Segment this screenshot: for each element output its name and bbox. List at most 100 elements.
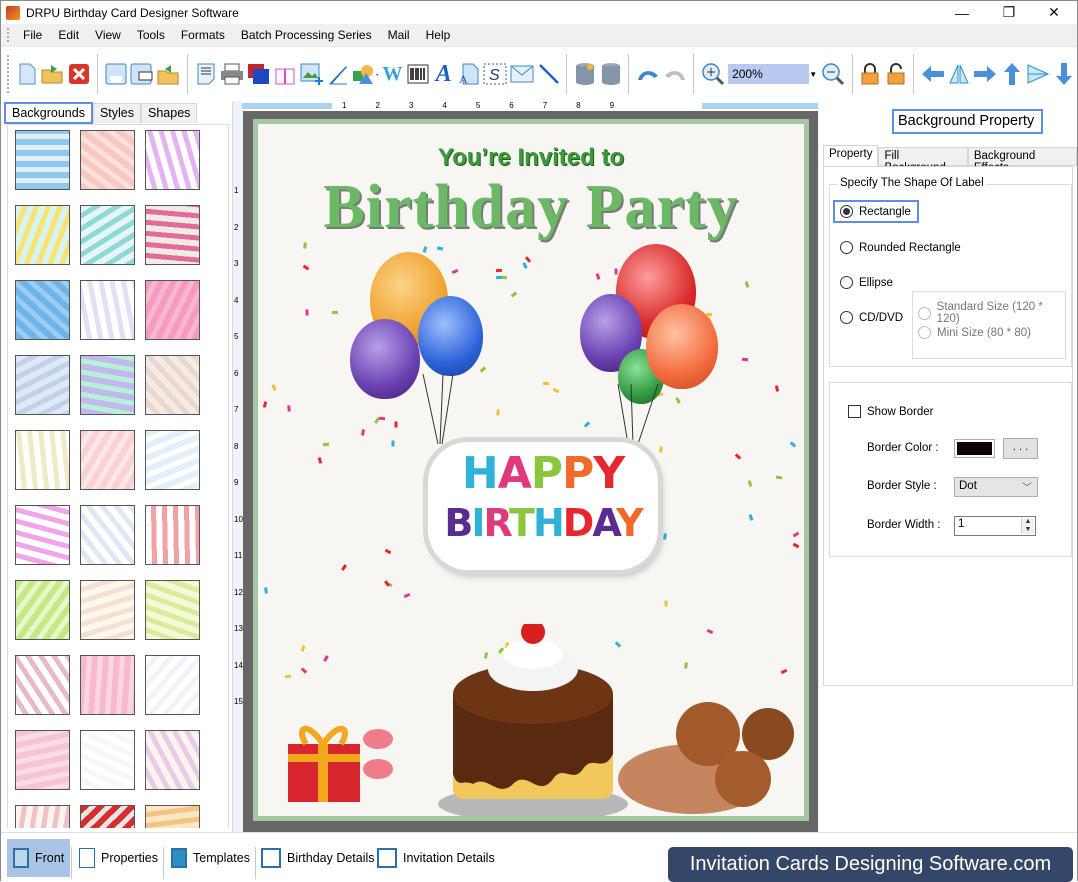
background-thumbnail-confetti[interactable] (80, 730, 135, 790)
flip-icon[interactable] (948, 61, 971, 87)
image-icon[interactable] (300, 61, 324, 87)
radio-rectangle[interactable]: Rectangle (833, 200, 919, 223)
tab-shapes[interactable]: Shapes (141, 103, 198, 123)
radio-button[interactable] (840, 241, 853, 254)
lock-icon[interactable] (859, 61, 882, 87)
menu-tools[interactable]: Tools (129, 28, 173, 42)
background-thumbnail-green-stripes[interactable] (15, 580, 70, 640)
happy-birthday-sign[interactable]: HAPPY BIRTHDAY (428, 442, 658, 570)
align-middle-icon[interactable] (1026, 61, 1050, 87)
border-width-value[interactable]: 1 (958, 518, 964, 530)
background-thumbnail-clouds[interactable] (15, 130, 70, 190)
background-thumbnail-stars[interactable] (15, 280, 70, 340)
checkbox[interactable] (848, 405, 861, 418)
database-icon[interactable] (599, 61, 622, 87)
align-bottom-icon[interactable] (1053, 61, 1076, 87)
radio-cd-dvd[interactable]: CD/DVD (840, 311, 903, 324)
border-style-select[interactable]: Dot ﹀ (954, 477, 1038, 497)
zoom-dropdown-arrow[interactable]: ▼ (809, 70, 818, 79)
close-icon[interactable] (68, 61, 91, 87)
background-thumbnail-dots-garden[interactable] (145, 580, 200, 640)
background-thumbnail-cupcakes[interactable] (15, 805, 70, 828)
background-thumbnail-bird-balloons[interactable] (145, 205, 200, 265)
save-icon[interactable] (104, 61, 127, 87)
tab-background-effects[interactable]: Background Effects (967, 147, 1077, 174)
bottom-tab-invitation-details[interactable]: Invitation Details (377, 839, 495, 877)
open-icon[interactable] (41, 61, 65, 87)
menu-formats[interactable]: Formats (173, 28, 233, 42)
bottom-tab-templates[interactable]: Templates (171, 839, 250, 877)
unlock-icon[interactable] (884, 61, 907, 87)
background-thumbnail-pink-cakes[interactable] (145, 280, 200, 340)
radio-button[interactable] (840, 311, 853, 324)
bottom-tab-front[interactable]: Front (7, 839, 71, 877)
background-thumbnail-purple-flowers[interactable] (145, 730, 200, 790)
undo-icon[interactable] (636, 61, 660, 87)
align-left-icon[interactable] (921, 61, 945, 87)
border-width-spinner[interactable]: 1 ▲ ▼ (954, 516, 1036, 536)
background-thumbnail-flowers[interactable] (15, 205, 70, 265)
radio-rounded-rectangle[interactable]: Rounded Rectangle (840, 241, 961, 254)
menu-view[interactable]: View (87, 28, 129, 42)
background-thumbnail-beige-floral[interactable] (145, 355, 200, 415)
spinner-arrows-icon[interactable]: ▲ ▼ (1021, 518, 1034, 534)
menu-mail[interactable]: Mail (380, 28, 418, 42)
background-thumbnail-roses[interactable] (15, 655, 70, 715)
export-icon[interactable] (157, 61, 181, 87)
background-thumbnail-pink-stripes[interactable] (80, 430, 135, 490)
menu-edit[interactable]: Edit (50, 28, 87, 42)
background-thumbnail-colorful-balloons[interactable] (145, 430, 200, 490)
gift-icon[interactable] (274, 61, 297, 87)
zoom-in-icon[interactable] (701, 61, 725, 87)
align-right-icon[interactable] (973, 61, 997, 87)
close-window-button[interactable]: ✕ (1031, 1, 1077, 24)
database-add-icon[interactable] (574, 61, 597, 87)
bottom-tab-properties[interactable]: Properties (79, 839, 158, 877)
shapes-icon[interactable] (352, 61, 379, 87)
tab-fill-background[interactable]: Fill Background (878, 147, 968, 174)
background-thumbnail-butterflies[interactable] (145, 130, 200, 190)
background-thumbnail-pink-texture[interactable] (15, 730, 70, 790)
background-thumbnail-pink-hearts[interactable] (80, 130, 135, 190)
wordart-icon[interactable]: A (458, 61, 481, 87)
background-thumbnail-balloons-light[interactable] (80, 280, 135, 340)
background-thumbnail-cartoon[interactable] (80, 205, 135, 265)
background-thumbnail-red-hearts[interactable] (145, 505, 200, 565)
pen-icon[interactable] (327, 61, 350, 87)
redo-icon[interactable] (663, 61, 687, 87)
zoom-out-icon[interactable] (821, 61, 845, 87)
menu-help[interactable]: Help (418, 28, 459, 42)
tab-backgrounds[interactable]: Backgrounds (4, 102, 93, 124)
menu-batch-processing-series[interactable]: Batch Processing Series (233, 28, 380, 42)
background-thumbnail-balloon-bunches[interactable] (80, 505, 135, 565)
background-thumbnail-bubbles[interactable] (15, 355, 70, 415)
minimize-button[interactable]: — (939, 1, 985, 24)
birthday-card[interactable]: You’re Invited to Birthday Party HAPPY B… (253, 119, 809, 821)
copy-design-icon[interactable] (247, 61, 271, 87)
background-thumbnail-cake-pattern[interactable] (80, 580, 135, 640)
radio-ellipse[interactable]: Ellipse (840, 276, 893, 289)
background-thumbnail-gifts[interactable] (145, 655, 200, 715)
print-icon[interactable] (220, 61, 244, 87)
tab-property[interactable]: Property (823, 145, 879, 166)
menu-file[interactable]: File (15, 28, 50, 42)
card-line-invited[interactable]: You’re Invited to (258, 144, 804, 172)
zoom-combo[interactable]: 200% (728, 64, 809, 84)
radio-button[interactable] (840, 276, 853, 289)
barcode-icon[interactable] (407, 61, 430, 87)
tab-styles[interactable]: Styles (92, 103, 142, 123)
browse-color-button[interactable]: . . . (1003, 438, 1038, 459)
properties-icon[interactable] (195, 61, 218, 87)
background-thumbnail-heart-outlines[interactable] (15, 505, 70, 565)
maximize-button[interactable]: ❐ (986, 1, 1032, 24)
align-top-icon[interactable] (1000, 61, 1023, 87)
background-thumbnail-pink-lace[interactable] (80, 655, 135, 715)
line-icon[interactable] (537, 61, 560, 87)
radio-button-checked[interactable] (840, 205, 853, 218)
background-thumbnail-happy-birthday-text[interactable] (15, 430, 70, 490)
border-color-swatch[interactable] (954, 439, 995, 458)
card-line-birthday-party[interactable]: Birthday Party (258, 172, 804, 243)
signature-icon[interactable]: S (483, 61, 507, 87)
design-canvas[interactable]: You’re Invited to Birthday Party HAPPY B… (243, 111, 818, 832)
watermark-icon[interactable]: W (381, 61, 404, 87)
